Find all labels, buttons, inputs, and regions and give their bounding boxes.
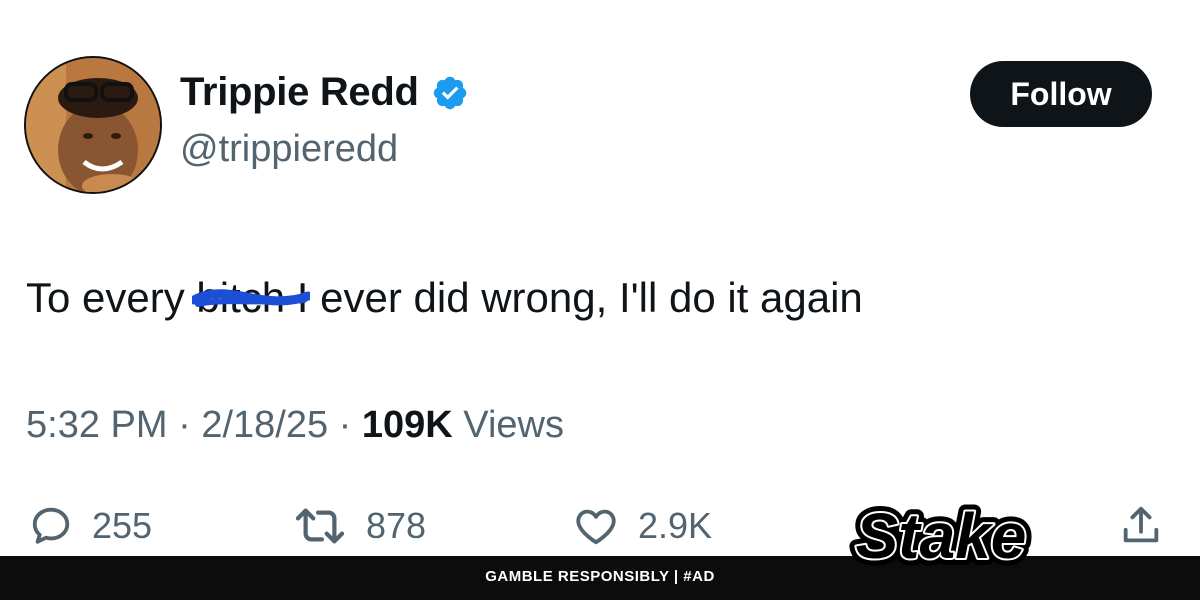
- meta-separator: ·: [167, 404, 202, 446]
- user-name-row: Trippie Redd: [180, 70, 469, 115]
- repost-count: 878: [366, 505, 427, 546]
- stake-logo-text: Stake: [856, 500, 1027, 572]
- repost-icon: [295, 508, 345, 544]
- share-button[interactable]: [1118, 494, 1164, 558]
- reply-button[interactable]: 255: [28, 494, 152, 558]
- tweet-text: To every bitch I ever did wrong, I'll do…: [26, 270, 863, 326]
- avatar-photo: [26, 58, 160, 192]
- verified-badge-icon[interactable]: [431, 74, 469, 112]
- views-count: 109K: [361, 404, 453, 446]
- tweet-text-after: I ever did wrong, I'll do it again: [285, 274, 863, 321]
- share-icon: [1123, 506, 1159, 543]
- reply-icon: [32, 507, 70, 544]
- tweet-text-before: To every: [26, 274, 197, 321]
- meta-separator: ·: [328, 404, 362, 446]
- censored-word-text: bitch: [196, 274, 286, 321]
- stake-logo[interactable]: Stake Stake Stake: [846, 486, 1036, 590]
- user-handle[interactable]: @trippieredd: [180, 128, 398, 171]
- repost-button[interactable]: 878: [292, 494, 426, 558]
- tweet-time[interactable]: 5:32 PM: [26, 404, 168, 446]
- display-name[interactable]: Trippie Redd: [180, 70, 419, 115]
- tweet-date[interactable]: 2/18/25: [201, 404, 328, 446]
- views-label: Views: [452, 404, 564, 446]
- like-button[interactable]: 2.9K: [572, 494, 712, 558]
- tweet-meta: 5:32 PM · 2/18/25 · 109K Views: [26, 404, 564, 447]
- like-icon: [576, 509, 616, 545]
- follow-button[interactable]: Follow: [970, 61, 1152, 127]
- reply-count: 255: [92, 505, 153, 546]
- like-count: 2.9K: [638, 505, 713, 546]
- avatar[interactable]: [24, 56, 162, 194]
- censored-word: bitch: [192, 270, 311, 326]
